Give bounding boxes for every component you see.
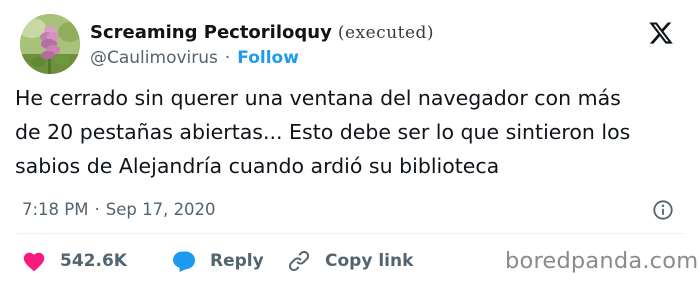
tweet-date: Sep 17, 2020 (105, 200, 216, 219)
tweet-timestamp[interactable]: 7:18 PM · Sep 17, 2020 (22, 200, 216, 219)
author-display-name[interactable]: Screaming Pectoriloquy (90, 22, 332, 43)
tweet-card: Screaming Pectoriloquy (executed) @Cauli… (0, 0, 700, 287)
link-icon (288, 250, 310, 272)
watermark: boredpanda.com (505, 248, 699, 274)
tweet-time: 7:18 PM (22, 200, 89, 219)
tweet-text-line: sabios de Alejandría cuando ardió su bib… (15, 154, 500, 178)
heart-icon (23, 252, 45, 272)
like-button[interactable]: 542.6K (22, 250, 172, 272)
follow-button[interactable]: Follow (237, 48, 299, 68)
author-name-line: Screaming Pectoriloquy (executed) (90, 22, 434, 43)
like-count: 542.6K (60, 251, 127, 271)
avatar-image (20, 14, 80, 74)
copy-link-button[interactable]: Copy link (287, 249, 413, 273)
handle-separator: · (224, 48, 231, 68)
avatar[interactable] (20, 14, 80, 74)
tweet-actions: 542.6K Reply Copy link (22, 246, 413, 276)
tweet-text-line: He cerrado sin querer una ventana del na… (15, 86, 621, 110)
reply-bubble-icon (173, 251, 195, 272)
copy-link-label: Copy link (325, 251, 414, 271)
reply-button[interactable]: Reply (172, 250, 287, 272)
tweet-text-line: de 20 pestañas abiertas... Esto debe ser… (15, 120, 631, 144)
author-handle[interactable]: @Caulimovirus (90, 48, 218, 68)
author-name-suffix[interactable]: (executed) (338, 23, 434, 43)
reply-label: Reply (210, 251, 264, 271)
timestamp-separator: · (94, 200, 100, 219)
author-handle-line: @Caulimovirus · Follow (90, 48, 299, 68)
divider (15, 233, 685, 234)
x-logo-icon[interactable] (647, 20, 675, 46)
info-icon[interactable] (652, 199, 674, 221)
